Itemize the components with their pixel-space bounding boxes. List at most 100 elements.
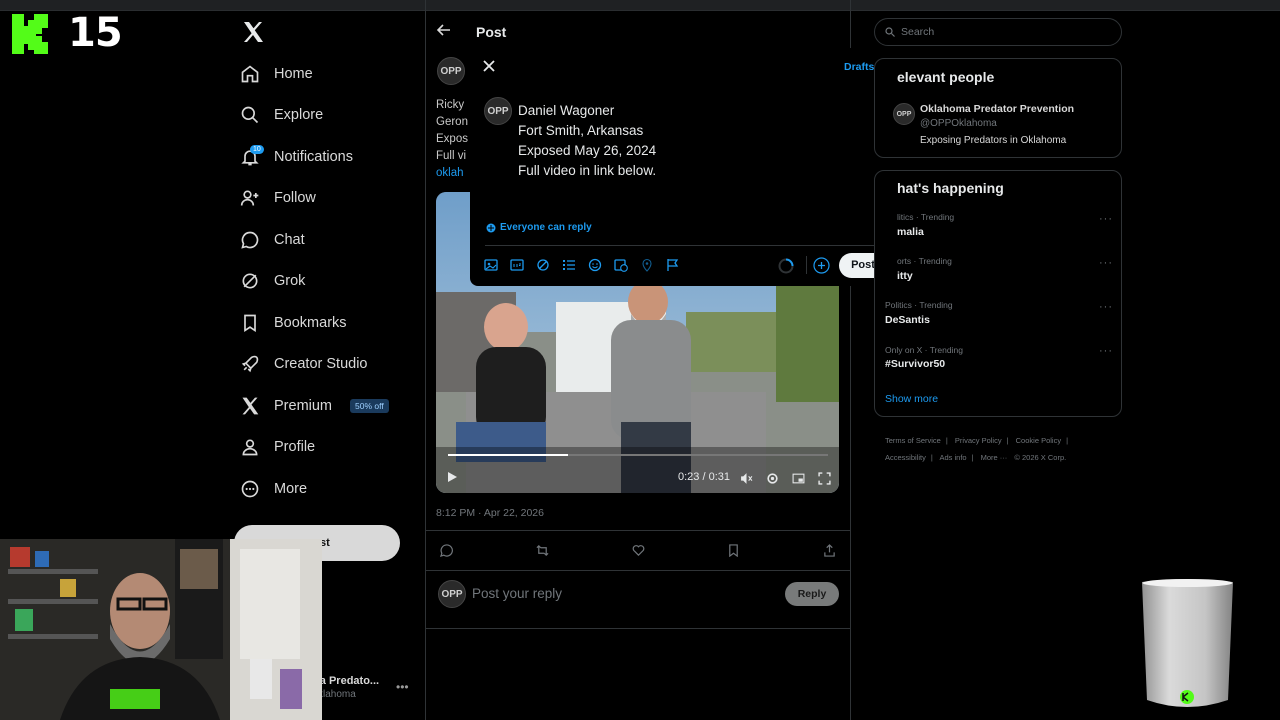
play-icon[interactable]	[446, 471, 458, 483]
nav-label: More	[274, 481, 308, 497]
nav-label: Grok	[274, 273, 306, 289]
relevant-person-bio: Exposing Predators in Oklahoma	[920, 135, 1067, 146]
back-arrow-icon[interactable]	[436, 22, 452, 38]
trend-name[interactable]: #Survivor50	[885, 358, 945, 370]
x-logo-icon[interactable]	[241, 20, 265, 44]
divider	[426, 628, 850, 629]
trend-name[interactable]: DeSantis	[885, 314, 930, 326]
tweet-text-fragment: Ricky	[436, 99, 465, 111]
tweet-text-fragment: Expos	[436, 133, 468, 145]
trend-name[interactable]: malia	[897, 226, 924, 238]
nav-item-more[interactable]: More	[240, 471, 307, 507]
nav-label: Notifications	[274, 149, 353, 165]
nav-item-creator-studio[interactable]: Creator Studio	[240, 346, 368, 382]
reply-input[interactable]: Post your reply	[472, 586, 562, 601]
image-icon[interactable]	[484, 258, 498, 272]
nav-item-chat[interactable]: Chat	[240, 222, 305, 258]
person-plus-icon	[240, 190, 259, 206]
grok-icon[interactable]	[536, 258, 550, 272]
x-icon	[242, 397, 259, 415]
kick-logo-icon	[12, 14, 48, 54]
footer-link[interactable]: Cookie Policy	[1016, 436, 1061, 445]
globe-icon	[486, 223, 496, 232]
trend-more-icon[interactable]: ···	[1099, 257, 1113, 269]
footer-link[interactable]: Ads info	[939, 453, 966, 462]
bookmark-icon[interactable]	[727, 544, 740, 557]
footer-separator: |	[1006, 436, 1009, 445]
nav-item-home[interactable]: Home	[240, 56, 313, 92]
author-avatar[interactable]: OPP	[437, 57, 465, 85]
nav-item-grok[interactable]: Grok	[240, 263, 305, 299]
footer-link[interactable]: Privacy Policy	[955, 436, 1002, 445]
footer-link[interactable]: Accessibility	[885, 453, 926, 462]
reply-button[interactable]: Reply	[785, 582, 839, 606]
compose-avatar: OPP	[484, 97, 512, 125]
tweet-action-row	[440, 544, 836, 558]
footer-separator: |	[1066, 436, 1069, 445]
like-heart-icon[interactable]	[632, 544, 645, 557]
nav-item-follow[interactable]: Follow	[240, 180, 316, 216]
flag-icon[interactable]	[666, 258, 680, 272]
trend-category: orts · Trending	[897, 256, 952, 266]
compose-text-line[interactable]: Daniel Wagoner	[518, 103, 614, 118]
account-more-icon[interactable]: •••	[396, 680, 409, 694]
grok-icon	[242, 273, 258, 289]
webcam-overlay	[0, 539, 322, 720]
trend-more-icon[interactable]: ···	[1099, 301, 1113, 313]
tweet-link[interactable]: oklah	[436, 167, 464, 179]
show-more-link[interactable]: Show more	[885, 393, 938, 405]
copyright: © 2026 X Corp.	[1014, 453, 1067, 462]
trend-name[interactable]: itty	[897, 270, 913, 282]
nav-item-bookmarks[interactable]: Bookmarks	[240, 305, 347, 341]
compose-text-line[interactable]: Exposed May 26, 2024	[518, 143, 656, 158]
relevant-person-name[interactable]: Oklahoma Predator Prevention	[920, 103, 1074, 115]
nav-item-premium[interactable]: Premium 50% off	[240, 388, 389, 424]
gif-icon[interactable]	[510, 258, 524, 272]
whats-happening-card	[874, 170, 1122, 417]
trend-more-icon[interactable]: ···	[1099, 213, 1113, 225]
compose-toolbar	[484, 258, 680, 272]
settings-gear-icon[interactable]	[766, 472, 779, 485]
tweet-timestamp[interactable]: 8:12 PM · Apr 22, 2026	[436, 507, 544, 519]
reply-icon[interactable]	[440, 544, 453, 557]
more-circle-icon	[241, 480, 259, 498]
footer-separator: |	[971, 453, 974, 462]
fullscreen-icon[interactable]	[818, 472, 831, 485]
reply-permission-label: Everyone can reply	[500, 222, 592, 233]
premium-discount-badge: 50% off	[350, 399, 389, 413]
close-icon[interactable]	[482, 59, 496, 73]
schedule-icon[interactable]	[614, 258, 628, 272]
nav-label: Premium	[274, 398, 333, 414]
drink-glass-widget-icon	[1142, 579, 1233, 707]
footer-link[interactable]: More ···	[981, 453, 1008, 462]
trend-more-icon[interactable]: ···	[1099, 345, 1113, 357]
share-icon[interactable]	[823, 544, 836, 557]
retweet-icon[interactable]	[536, 544, 549, 557]
poll-icon[interactable]	[562, 258, 576, 272]
emoji-icon[interactable]	[588, 258, 602, 272]
compose-text-line[interactable]: Fort Smith, Arkansas	[518, 123, 643, 138]
nav-label: Bookmarks	[274, 315, 347, 331]
nav-item-notifications[interactable]: 10 Notifications	[240, 139, 353, 175]
notification-badge: 10	[250, 145, 264, 154]
picture-in-picture-icon[interactable]	[792, 472, 805, 485]
drafts-link[interactable]: Drafts	[844, 61, 874, 73]
reply-permission-button[interactable]: Everyone can reply	[486, 222, 592, 233]
add-post-icon[interactable]	[813, 257, 830, 274]
nav-item-explore[interactable]: Explore	[240, 97, 323, 133]
tweet-text-fragment: Full vi	[436, 150, 467, 162]
relevant-people-title: elevant people	[897, 69, 995, 85]
trend-category: Politics · Trending	[885, 300, 953, 310]
nav-label: Explore	[274, 107, 324, 123]
search-input[interactable]: Search	[874, 18, 1122, 46]
home-icon	[241, 65, 259, 83]
rocket-icon	[241, 355, 259, 373]
footer-links: Terms of Service | Privacy Policy | Cookie…	[885, 432, 1115, 466]
mute-icon[interactable]	[740, 472, 753, 485]
account-handle: klahoma	[318, 689, 356, 700]
compose-text-line[interactable]: Full video in link below.	[518, 163, 656, 178]
footer-link[interactable]: Terms of Service	[885, 436, 941, 445]
location-icon[interactable]	[640, 258, 654, 272]
nav-item-profile[interactable]: Profile	[240, 429, 315, 465]
relevant-person-avatar[interactable]: OPP	[893, 103, 915, 125]
